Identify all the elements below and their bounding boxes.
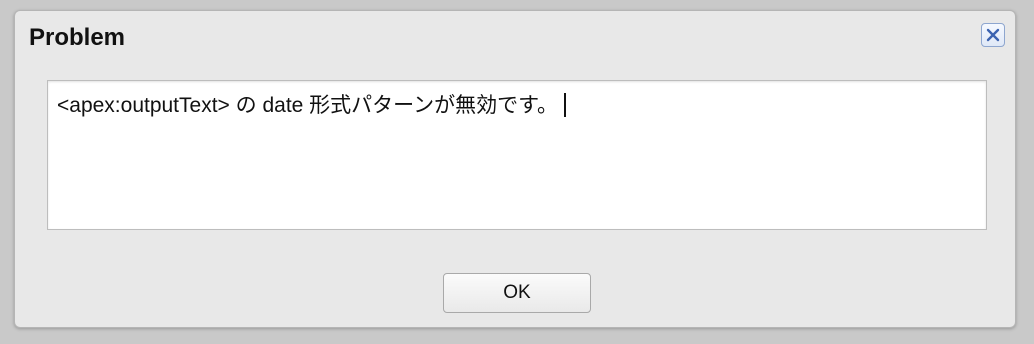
close-icon bbox=[986, 28, 1000, 42]
ok-button[interactable]: OK bbox=[443, 273, 591, 313]
text-caret bbox=[564, 93, 567, 117]
dialog-title: Problem bbox=[29, 24, 126, 51]
close-button[interactable] bbox=[981, 23, 1005, 47]
message-textarea[interactable]: <apex:outputText> の date 形式パターンが無効です。 bbox=[47, 80, 987, 230]
problem-dialog: Problem <apex:outputText> の date 形式パターンが… bbox=[14, 10, 1016, 328]
ok-button-label: OK bbox=[503, 282, 531, 303]
message-text: <apex:outputText> の date 形式パターンが無効です。 bbox=[57, 94, 559, 117]
